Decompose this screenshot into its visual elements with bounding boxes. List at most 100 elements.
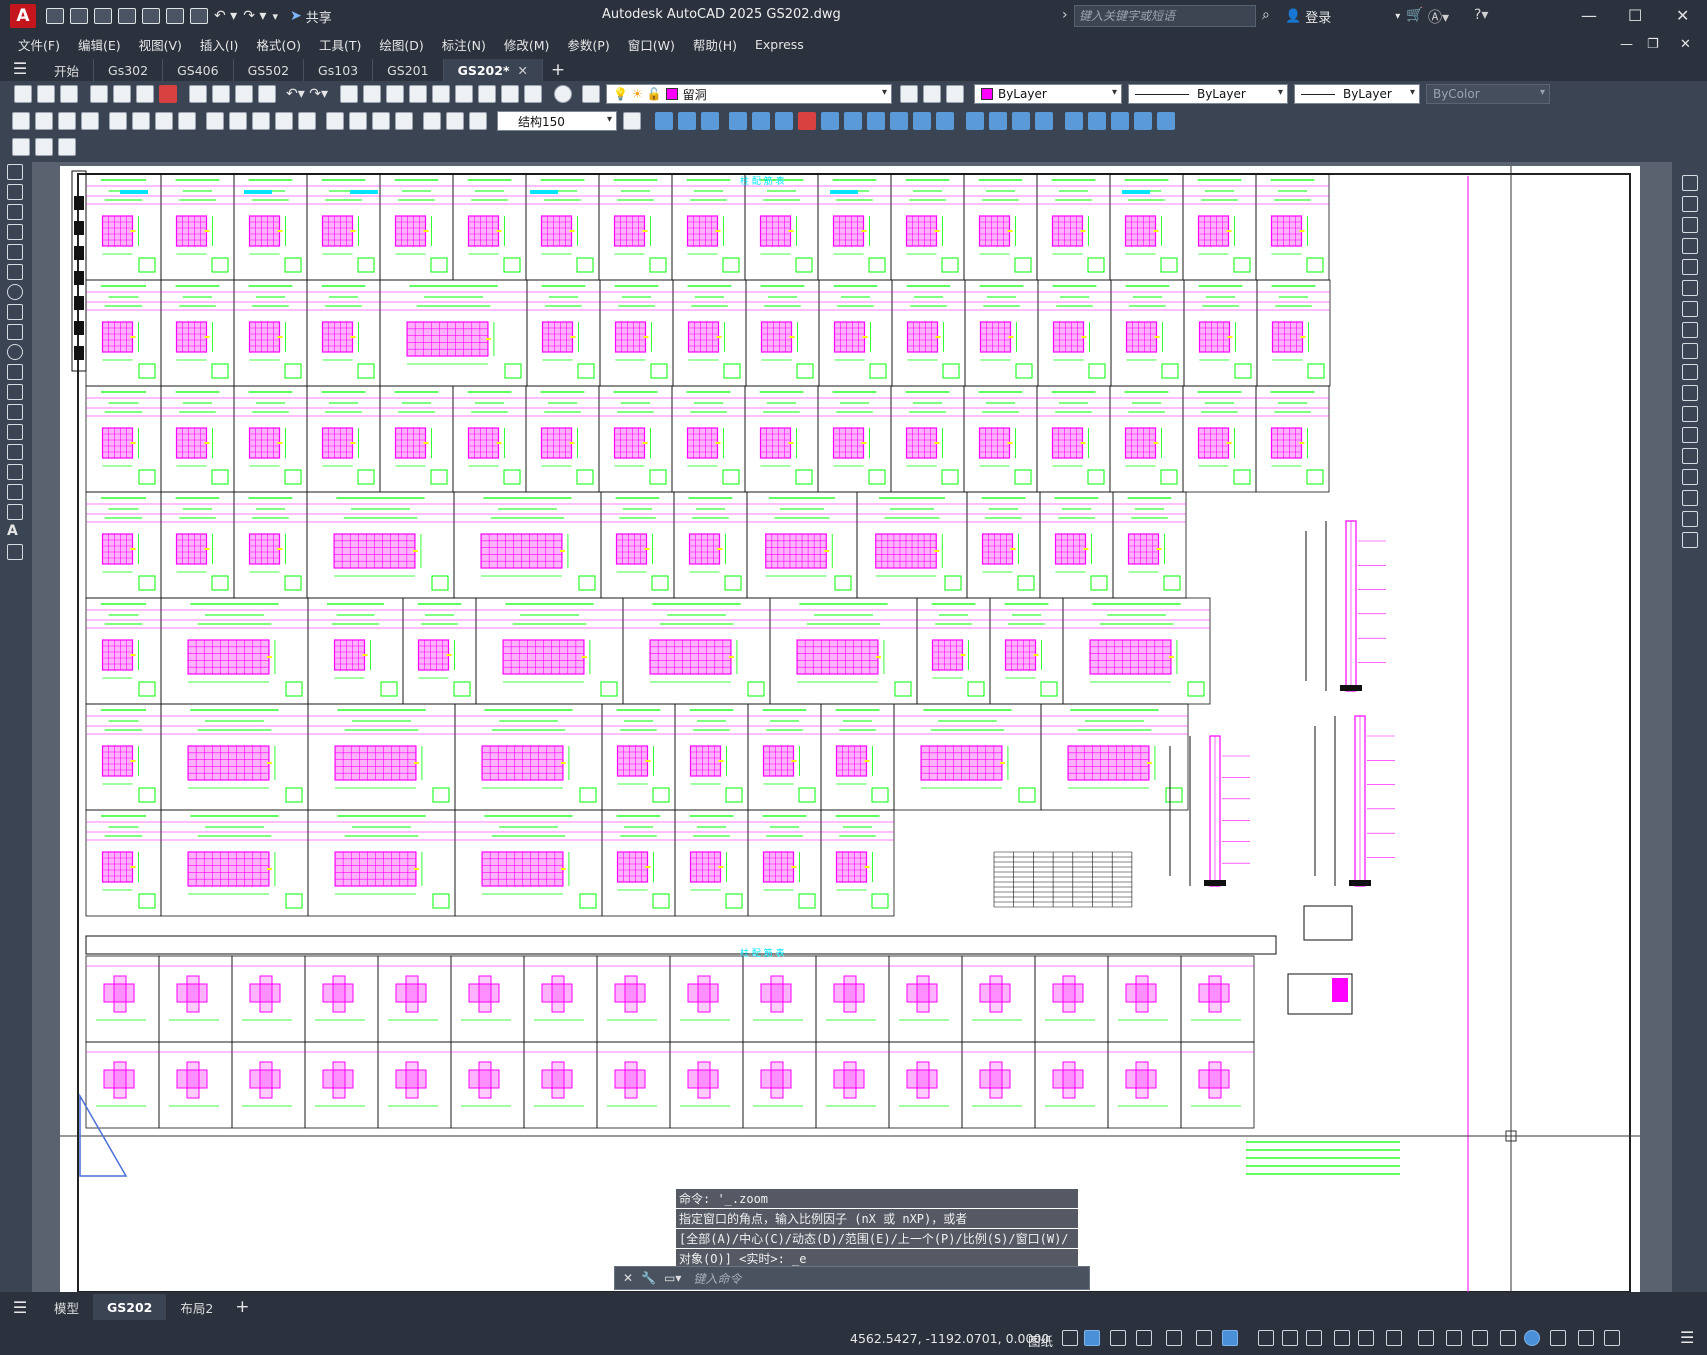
- menu-dimension[interactable]: 标注(N): [442, 35, 486, 54]
- rotate-icon[interactable]: [1682, 301, 1698, 317]
- drawing-canvas[interactable]: 柱 配 筋 表 柱 配 筋 表: [32, 162, 1672, 1312]
- 3d-setup-drawing-icon[interactable]: [1012, 112, 1030, 130]
- design-center-icon[interactable]: [454, 85, 473, 103]
- 3d-subtract-icon[interactable]: [798, 112, 816, 130]
- 3d-separate-icon[interactable]: [1134, 112, 1152, 130]
- 3d-section-icon[interactable]: [936, 112, 954, 130]
- tab-model[interactable]: 模型: [40, 1294, 93, 1320]
- insert-block-icon[interactable]: [7, 384, 23, 400]
- new-tab-icon[interactable]: +: [543, 59, 573, 81]
- 3d-check-icon[interactable]: [1157, 112, 1175, 130]
- osnap-icon[interactable]: [1222, 1330, 1238, 1346]
- cut-icon[interactable]: [189, 85, 207, 103]
- lock-ui-icon[interactable]: [1500, 1330, 1516, 1346]
- add-selected-icon[interactable]: [7, 544, 23, 560]
- zoom-window-icon[interactable]: [385, 85, 404, 103]
- dim-baseline-icon[interactable]: [229, 112, 247, 130]
- annotation-scale-icon[interactable]: [1358, 1330, 1374, 1346]
- linetype-dropdown[interactable]: ByLayer ▾: [1127, 84, 1288, 104]
- search-input[interactable]: 键入关键字或短语: [1074, 5, 1256, 27]
- fillet-icon[interactable]: [1682, 490, 1698, 506]
- zoom-previous-icon[interactable]: [408, 85, 427, 103]
- search-icon[interactable]: ⌕: [1262, 7, 1270, 23]
- menu-parametric[interactable]: 参数(P): [567, 35, 609, 54]
- join-icon[interactable]: [1682, 448, 1698, 464]
- open-web-icon[interactable]: [142, 8, 160, 24]
- lineweight-toggle-icon[interactable]: [1258, 1330, 1274, 1346]
- 3d-intersect-icon[interactable]: [844, 112, 862, 130]
- mirror-icon[interactable]: [1682, 217, 1698, 233]
- help-toolbar-icon[interactable]: [553, 85, 572, 103]
- 3d-slice-icon[interactable]: [913, 112, 931, 130]
- save-as-icon[interactable]: [118, 8, 136, 24]
- break-point-icon[interactable]: [1682, 406, 1698, 422]
- layer-properties-icon[interactable]: [581, 85, 600, 103]
- menu-draw[interactable]: 绘图(D): [379, 35, 423, 54]
- gear-icon[interactable]: [1386, 1330, 1402, 1346]
- dim-linear-icon[interactable]: [12, 112, 30, 130]
- 3d-union-icon[interactable]: [821, 112, 839, 130]
- chevron-right-icon[interactable]: ›: [1062, 7, 1068, 23]
- dim-diameter-icon[interactable]: [155, 112, 173, 130]
- infer-icon[interactable]: [1110, 1330, 1126, 1346]
- recent-commands-icon[interactable]: ▭▾: [664, 1271, 681, 1285]
- app-logo-button[interactable]: A: [10, 4, 36, 28]
- command-line[interactable]: ✕ 🔧 ▭▾ 键入命令: [614, 1266, 1090, 1290]
- ellipse-arc-icon[interactable]: [7, 364, 23, 380]
- command-input[interactable]: 键入命令: [693, 1270, 741, 1287]
- chamfer-icon[interactable]: [1682, 469, 1698, 485]
- tab-gs202[interactable]: GS202* ✕: [443, 59, 543, 81]
- center-mark-icon[interactable]: [349, 112, 367, 130]
- layer-previous-icon[interactable]: [922, 85, 941, 103]
- offset-icon[interactable]: [1682, 238, 1698, 254]
- quick-properties-icon[interactable]: [1446, 1330, 1462, 1346]
- tab-gs502[interactable]: GS502: [234, 59, 305, 81]
- selection-cycling-icon[interactable]: [1306, 1330, 1322, 1346]
- calculator-icon[interactable]: [523, 85, 542, 103]
- 3d-solid-edit-icon[interactable]: [1088, 112, 1106, 130]
- color-dropdown[interactable]: ByLayer ▾: [973, 84, 1122, 104]
- undo-toolbar-icon[interactable]: ↶▾ ↷▾: [286, 86, 328, 102]
- customize-qat-icon[interactable]: ▾: [272, 10, 278, 23]
- menu-help[interactable]: 帮助(H): [693, 35, 737, 54]
- layer-states-icon[interactable]: [945, 85, 964, 103]
- save-toolbar-icon[interactable]: [60, 85, 78, 103]
- move-icon[interactable]: [1682, 280, 1698, 296]
- 3d-box-icon[interactable]: [655, 112, 673, 130]
- paste-icon[interactable]: [235, 85, 253, 103]
- polyline-icon[interactable]: [7, 204, 23, 220]
- transparency-icon[interactable]: [1282, 1330, 1298, 1346]
- menu-format[interactable]: 格式(O): [256, 35, 301, 54]
- close-command-line-icon[interactable]: ✕: [623, 1271, 633, 1285]
- jogged-linear-icon[interactable]: [395, 112, 413, 130]
- trim-icon[interactable]: [1682, 364, 1698, 380]
- dim-update-icon[interactable]: [469, 112, 487, 130]
- preview-icon[interactable]: [113, 85, 131, 103]
- close-tab-icon[interactable]: ✕: [518, 63, 528, 78]
- compare-icon[interactable]: [35, 138, 53, 156]
- sheet-set-icon[interactable]: [500, 85, 519, 103]
- monitor-icon[interactable]: [1472, 1330, 1488, 1346]
- make-block-icon[interactable]: [7, 404, 23, 420]
- 3d-setup-profile-icon[interactable]: [1035, 112, 1053, 130]
- dim-radius-icon[interactable]: [109, 112, 127, 130]
- tab-start[interactable]: 开始: [40, 59, 95, 81]
- region-icon[interactable]: [7, 484, 23, 500]
- new-file-icon[interactable]: [46, 8, 64, 24]
- match-prop-icon[interactable]: [258, 85, 276, 103]
- tool-palettes-icon[interactable]: [477, 85, 496, 103]
- properties-icon[interactable]: [431, 85, 450, 103]
- point-icon[interactable]: [7, 424, 23, 440]
- save-icon[interactable]: [94, 8, 112, 24]
- tab-gs201[interactable]: GS201: [373, 59, 444, 81]
- construction-line-icon[interactable]: [7, 184, 23, 200]
- 3d-sphere-icon[interactable]: [729, 112, 747, 130]
- menu-express[interactable]: Express: [755, 37, 804, 52]
- scale-icon[interactable]: [1682, 322, 1698, 338]
- explode-icon[interactable]: [1682, 532, 1698, 548]
- dim-ordinate-icon[interactable]: [81, 112, 99, 130]
- otrack-icon[interactable]: [1196, 1330, 1212, 1346]
- hardware-accel-icon[interactable]: [1550, 1330, 1566, 1346]
- isodraft-icon[interactable]: [1166, 1330, 1182, 1346]
- tab-layout2[interactable]: 布局2: [166, 1294, 227, 1320]
